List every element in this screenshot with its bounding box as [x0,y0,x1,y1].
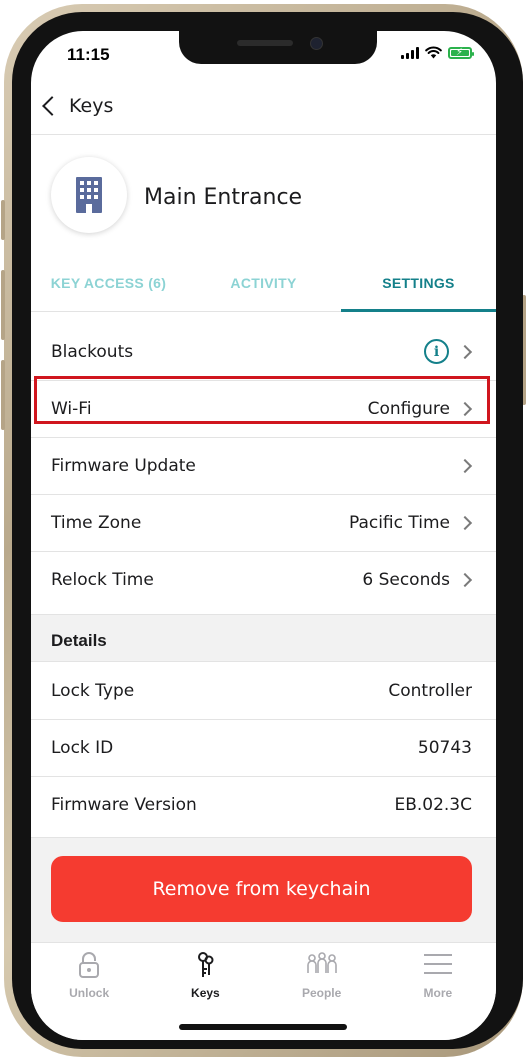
front-camera [310,37,323,50]
row-value: Configure [367,399,450,419]
status-icons: ⚡ [401,46,474,59]
phone-mute-switch [1,200,5,240]
door-header: Main Entrance [31,135,496,255]
row-value: 6 Seconds [362,570,450,590]
row-label: Blackouts [51,341,134,362]
tab-key-access[interactable]: KEY ACCESS (6) [31,259,186,311]
row-label: Wi-Fi [51,399,92,419]
tabbar-item-unlock[interactable]: Unlock [31,943,147,1040]
row-value: Pacific Time [348,513,450,533]
tabbar-item-more[interactable]: More [380,943,496,1040]
tab-activity[interactable]: ACTIVITY [186,259,341,311]
remove-from-keychain-button[interactable]: Remove from keychain [51,856,472,922]
padlock-icon [79,952,100,978]
chevron-left-icon [42,96,62,116]
tab-settings[interactable]: SETTINGS [341,259,496,312]
section-title: Details [51,631,107,650]
cellular-signal-icon [401,46,419,59]
tabbar-label: Unlock [69,986,110,1000]
chevron-right-icon [457,401,473,417]
door-tabs: KEY ACCESS (6) ACTIVITY SETTINGS [31,259,496,312]
phone-volume-down [1,360,5,430]
chevron-right-icon [457,458,473,474]
row-label: Firmware Version [51,795,197,815]
earpiece-speaker [237,40,293,46]
home-indicator [179,1024,347,1030]
row-label: Time Zone [51,513,142,533]
people-icon [306,952,337,973]
back-button[interactable]: Keys [39,95,113,117]
battery-charging-icon: ⚡ [448,46,474,59]
row-label: Lock ID [51,738,114,758]
app-screen: 11:15 ⚡ Keys Main Entrance KEY ACCESS (6… [31,31,496,1040]
building-icon [76,177,102,213]
row-label: Lock Type [51,680,135,701]
row-value: EB.02.3C [394,795,472,815]
details-section-header: Details [31,614,496,662]
tabbar-label: People [301,986,342,1000]
door-name: Main Entrance [144,185,303,210]
settings-row-relock-time[interactable]: Relock Time 6 Seconds [31,551,496,608]
tabbar-label: Keys [191,986,220,1000]
details-row-lock-id: Lock ID 50743 [31,719,496,776]
chevron-right-icon [457,515,473,531]
settings-row-blackouts[interactable]: Blackouts i [31,323,496,380]
notch [179,31,377,64]
wifi-icon [425,46,442,59]
details-row-firmware-version: Firmware Version EB.02.3C [31,776,496,833]
settings-row-time-zone[interactable]: Time Zone Pacific Time [31,494,496,551]
back-label: Keys [69,95,114,117]
row-label: Firmware Update [51,456,196,476]
row-value: Controller [388,680,472,701]
navigation-bar: Keys [31,91,496,135]
chevron-right-icon [457,572,473,588]
info-icon[interactable]: i [424,339,449,364]
status-time: 11:15 [67,45,110,64]
settings-list: Blackouts i Wi-Fi Configure Firmware Upd… [31,323,496,608]
details-row-lock-type: Lock Type Controller [31,662,496,719]
settings-row-firmware-update[interactable]: Firmware Update [31,437,496,494]
door-avatar [51,157,127,233]
row-value: 50743 [417,738,472,758]
row-label: Relock Time [51,570,154,590]
tabbar-label: More [423,986,453,1000]
footer-area: Remove from keychain [31,837,496,943]
details-list: Lock Type Controller Lock ID 50743 Firmw… [31,662,496,833]
menu-icon [423,954,452,974]
key-icon [198,952,214,977]
phone-volume-up [1,270,5,340]
settings-row-wifi[interactable]: Wi-Fi Configure [31,380,496,437]
chevron-right-icon [457,344,473,359]
